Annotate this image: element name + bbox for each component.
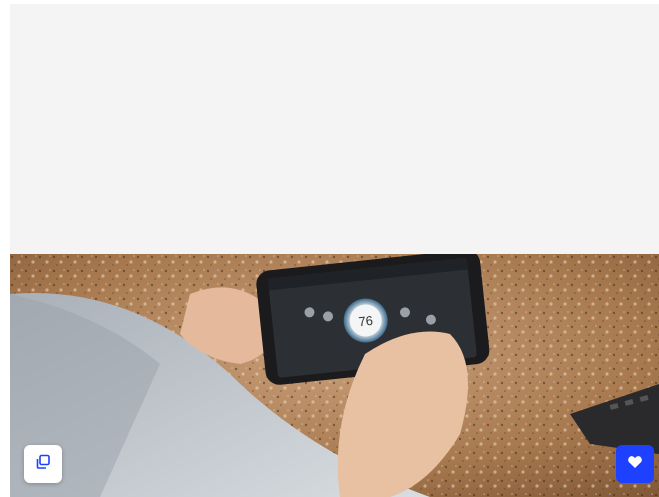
heart-icon <box>627 454 643 475</box>
tablet-thermostat-photo: 76 <box>10 254 659 497</box>
product-photo[interactable]: 76 <box>10 254 659 497</box>
image-placeholder <box>10 4 659 254</box>
temperature-readout: 76 <box>358 313 374 329</box>
favorite-button[interactable] <box>616 445 654 483</box>
copy-icon <box>35 454 51 475</box>
copy-button[interactable] <box>24 445 62 483</box>
